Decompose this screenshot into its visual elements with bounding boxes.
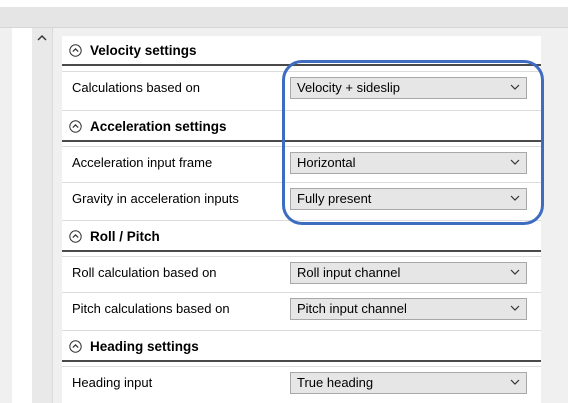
property-row-heading: Heading input True heading bbox=[62, 366, 541, 399]
section-divider bbox=[62, 250, 541, 252]
vertical-scrollbar[interactable] bbox=[32, 28, 53, 403]
dropdown-chevron-icon bbox=[510, 159, 520, 165]
section-divider bbox=[62, 220, 541, 221]
gravity-in-acceleration-select[interactable]: Fully present bbox=[290, 188, 527, 210]
section-divider bbox=[62, 110, 541, 111]
dropdown-chevron-icon bbox=[510, 195, 520, 201]
collapse-chevron-icon[interactable] bbox=[69, 43, 82, 57]
section-header-velocity[interactable]: Velocity settings bbox=[62, 36, 541, 64]
left-panel-edge bbox=[12, 28, 32, 403]
top-bar bbox=[0, 7, 568, 28]
pitch-calculations-select[interactable]: Pitch input channel bbox=[290, 298, 527, 320]
section-title: Acceleration settings bbox=[90, 118, 227, 134]
section-title: Velocity settings bbox=[90, 42, 197, 58]
select-value: Fully present bbox=[297, 191, 372, 206]
collapse-chevron-icon[interactable] bbox=[69, 229, 82, 243]
select-value: True heading bbox=[297, 375, 374, 390]
dropdown-chevron-icon bbox=[510, 84, 520, 90]
property-label: Pitch calculations based on bbox=[72, 301, 230, 316]
top-strip bbox=[0, 0, 568, 7]
select-value: Pitch input channel bbox=[297, 301, 407, 316]
property-label: Acceleration input frame bbox=[72, 155, 213, 170]
select-value: Velocity + sideslip bbox=[297, 80, 400, 95]
dropdown-chevron-icon bbox=[510, 305, 520, 311]
property-row-roll: Roll calculation based on Roll input cha… bbox=[62, 256, 541, 289]
property-label: Heading input bbox=[72, 375, 153, 390]
section-divider bbox=[62, 330, 541, 331]
section-divider bbox=[62, 140, 541, 142]
property-row-gravity: Gravity in acceleration inputs Fully pre… bbox=[62, 182, 541, 215]
collapse-chevron-icon[interactable] bbox=[69, 119, 82, 133]
section-title: Roll / Pitch bbox=[90, 228, 160, 244]
section-divider bbox=[62, 64, 541, 66]
section-title: Heading settings bbox=[90, 338, 199, 354]
acceleration-input-frame-select[interactable]: Horizontal bbox=[290, 152, 527, 174]
collapse-chevron-icon[interactable] bbox=[69, 339, 82, 353]
section-header-acceleration[interactable]: Acceleration settings bbox=[62, 112, 541, 140]
property-row-calculations: Calculations based on Velocity + sidesli… bbox=[62, 71, 541, 104]
property-row-pitch: Pitch calculations based on Pitch input … bbox=[62, 292, 541, 325]
section-header-roll-pitch[interactable]: Roll / Pitch bbox=[62, 222, 541, 250]
dropdown-chevron-icon bbox=[510, 379, 520, 385]
select-value: Roll input channel bbox=[297, 265, 401, 280]
dropdown-chevron-icon bbox=[510, 269, 520, 275]
section-divider bbox=[62, 360, 541, 362]
scroll-up-arrow-icon bbox=[37, 34, 47, 40]
property-row-acceleration-frame: Acceleration input frame Horizontal bbox=[62, 146, 541, 179]
property-label: Gravity in acceleration inputs bbox=[72, 191, 239, 206]
scroll-up-button[interactable] bbox=[32, 28, 52, 46]
property-grid: Velocity settings Calculations based on … bbox=[62, 36, 541, 403]
heading-input-select[interactable]: True heading bbox=[290, 372, 527, 394]
select-value: Horizontal bbox=[297, 155, 356, 170]
roll-calculation-select[interactable]: Roll input channel bbox=[290, 262, 527, 284]
property-label: Roll calculation based on bbox=[72, 265, 217, 280]
property-label: Calculations based on bbox=[72, 80, 200, 95]
calculations-based-on-select[interactable]: Velocity + sideslip bbox=[290, 77, 527, 99]
section-header-heading[interactable]: Heading settings bbox=[62, 332, 541, 360]
